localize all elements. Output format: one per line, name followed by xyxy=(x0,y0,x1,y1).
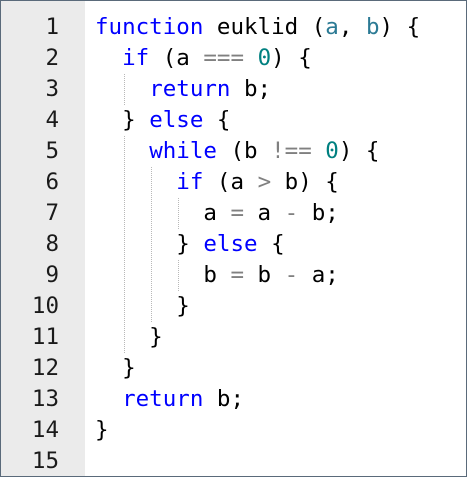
code-token-identifier xyxy=(95,76,149,102)
code-line[interactable]: 3 return b; xyxy=(1,74,466,105)
line-number: 6 xyxy=(45,169,59,195)
code-token-keyword: while xyxy=(149,138,217,164)
code-token-keyword: return xyxy=(149,76,231,102)
code-token-keyword: function xyxy=(95,14,204,40)
line-number: 5 xyxy=(45,138,59,164)
code-token-identifier: b) { xyxy=(271,169,339,195)
code-line[interactable]: 8 } else { xyxy=(1,229,466,260)
code-token-identifier: } xyxy=(95,324,163,350)
code-token-operator: !== xyxy=(271,138,312,164)
code-text: return b; xyxy=(95,74,271,105)
line-number: 4 xyxy=(45,107,59,133)
code-text: } xyxy=(95,353,136,384)
code-text: } xyxy=(95,415,109,446)
code-line[interactable]: 1 function euklid (a, b) { xyxy=(1,12,466,43)
code-token-keyword: if xyxy=(176,169,204,195)
code-token-identifier xyxy=(312,138,326,164)
code-token-operator: = xyxy=(230,200,245,226)
code-token-identifier: } xyxy=(95,293,190,319)
code-text: if (a === 0) { xyxy=(95,43,312,74)
code-token-identifier: { xyxy=(257,231,285,257)
code-token-identifier: b xyxy=(95,262,231,288)
code-token-identifier: } xyxy=(95,417,109,443)
line-number: 2 xyxy=(45,45,59,71)
code-token-keyword: if xyxy=(122,45,150,71)
line-number: 11 xyxy=(31,324,59,350)
code-token-identifier xyxy=(95,169,176,195)
line-number: 15 xyxy=(31,448,59,474)
code-line[interactable]: 5 while (b !== 0) { xyxy=(1,136,466,167)
code-token-number: 0 xyxy=(257,45,272,71)
code-token-keyword: return xyxy=(122,386,204,412)
code-token-identifier: } xyxy=(95,107,150,133)
code-token-identifier xyxy=(244,45,258,71)
code-token-identifier: a; xyxy=(298,262,339,288)
code-token-identifier: b; xyxy=(203,386,245,412)
code-token-identifier xyxy=(95,138,149,164)
code-token-keyword: else xyxy=(203,231,258,257)
code-token-identifier: (a xyxy=(203,169,258,195)
code-token-keyword: else xyxy=(149,107,204,133)
code-token-identifier: (b xyxy=(216,138,272,164)
line-number: 12 xyxy=(31,355,59,381)
code-token-identifier: a xyxy=(244,200,285,226)
code-token-identifier: } xyxy=(95,231,204,257)
code-token-identifier: ( xyxy=(311,14,326,40)
code-text: } else { xyxy=(95,229,285,260)
code-line[interactable]: 6 if (a > b) { xyxy=(1,167,466,198)
code-token-identifier: euklid xyxy=(203,14,312,40)
code-token-identifier: ) { xyxy=(379,14,421,40)
line-number: 13 xyxy=(31,386,59,412)
code-editor[interactable]: 1 function euklid (a, b) {2 if (a === 0) … xyxy=(0,0,467,477)
code-token-identifier: (a xyxy=(149,45,204,71)
code-token-number: 0 xyxy=(325,138,339,164)
code-line[interactable]: 9 b = b - a; xyxy=(1,260,466,291)
code-token-identifier: { xyxy=(203,107,231,133)
code-line[interactable]: 4 } else { xyxy=(1,105,466,136)
code-text: a = a - b; xyxy=(95,198,339,229)
code-token-operator: === xyxy=(203,45,245,71)
code-token-identifier: ) { xyxy=(271,45,312,71)
code-text: } xyxy=(95,291,190,322)
code-line[interactable]: 12 } xyxy=(1,353,466,384)
code-line[interactable]: 13 return b; xyxy=(1,384,466,415)
line-number: 7 xyxy=(45,200,59,226)
line-number: 10 xyxy=(31,293,59,319)
code-line[interactable]: 2 if (a === 0) { xyxy=(1,43,466,74)
code-token-identifier xyxy=(95,386,122,412)
code-text: } xyxy=(95,322,163,353)
code-text: b = b - a; xyxy=(95,260,339,291)
code-line[interactable]: 7 a = a - b; xyxy=(1,198,466,229)
code-token-operator: - xyxy=(284,200,299,226)
code-token-operator: - xyxy=(284,262,299,288)
code-token-identifier xyxy=(95,45,122,71)
line-number: 8 xyxy=(45,231,59,257)
code-line[interactable]: 11 } xyxy=(1,322,466,353)
line-number: 14 xyxy=(31,417,59,443)
code-line[interactable]: 10 } xyxy=(1,291,466,322)
code-token-operator: = xyxy=(230,262,245,288)
code-token-identifier: , xyxy=(338,14,366,40)
code-text: return b; xyxy=(95,384,244,415)
line-number: 3 xyxy=(45,76,59,102)
code-text: } else { xyxy=(95,105,230,136)
code-token-identifier: b; xyxy=(298,200,339,226)
code-line[interactable]: 14} xyxy=(1,415,466,446)
code-token-identifier: } xyxy=(95,355,136,381)
code-text: function euklid (a, b) { xyxy=(95,12,420,43)
code-text: while (b !== 0) { xyxy=(95,136,379,167)
line-number: 1 xyxy=(45,14,59,40)
code-token-identifier: b; xyxy=(230,76,272,102)
code-token-identifier: b xyxy=(244,262,285,288)
code-token-parameter: a xyxy=(325,14,339,40)
line-number: 9 xyxy=(45,262,59,288)
code-token-operator: > xyxy=(257,169,272,195)
code-line[interactable]: 15 xyxy=(1,446,466,476)
code-token-identifier: ) { xyxy=(338,138,380,164)
code-token-parameter: b xyxy=(365,14,380,40)
code-token-identifier: a xyxy=(95,200,231,226)
code-text: if (a > b) { xyxy=(95,167,339,198)
